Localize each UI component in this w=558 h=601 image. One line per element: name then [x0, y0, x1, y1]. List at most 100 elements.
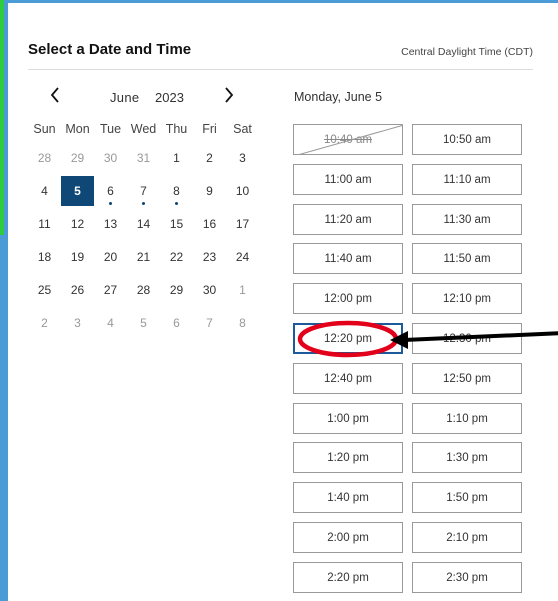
calendar-day: 1	[239, 283, 246, 297]
calendar-day[interactable]: 26	[61, 275, 94, 305]
calendar-day[interactable]: 8	[160, 176, 193, 206]
time-slot-label: 11:30 am	[443, 213, 491, 226]
time-slot-label: 1:10 pm	[446, 412, 488, 425]
time-slot-button[interactable]: 11:30 am	[412, 204, 522, 235]
calendar-day: 31	[136, 151, 151, 165]
calendar-day[interactable]: 16	[193, 209, 226, 239]
calendar-day[interactable]: 18	[28, 242, 61, 272]
time-slot-button[interactable]: 1:20 pm	[293, 442, 403, 473]
time-slot-button[interactable]: 11:00 am	[293, 164, 403, 195]
time-slot-button[interactable]: 12:00 pm	[293, 283, 403, 314]
calendar-day: 3	[74, 316, 81, 330]
calendar-day[interactable]: 24	[226, 242, 259, 272]
calendar-day[interactable]: 20	[94, 242, 127, 272]
calendar-day[interactable]: 11	[28, 209, 61, 239]
time-slot-button[interactable]: 1:50 pm	[412, 482, 522, 513]
calendar-week-row: 2 3 4 5 6 7 8	[28, 308, 278, 341]
calendar-day[interactable]: 6	[94, 176, 127, 206]
time-slot-button[interactable]: 1:30 pm	[412, 442, 522, 473]
time-slot-label: 2:10 pm	[446, 531, 488, 544]
calendar-day: 4	[107, 316, 114, 330]
calendar-day[interactable]: 3	[226, 143, 259, 173]
time-slot-button[interactable]: 11:40 am	[293, 243, 403, 274]
time-slot-button[interactable]: 1:00 pm	[293, 403, 403, 434]
time-slot-button[interactable]: 11:10 am	[412, 164, 522, 195]
page-title: Select a Date and Time	[28, 41, 192, 58]
time-slot-label: 10:50 am	[443, 133, 491, 146]
weekday-label: Wed	[130, 122, 157, 136]
calendar-day[interactable]: 1	[160, 143, 193, 173]
time-slot-unavailable: 10:40 am	[293, 124, 403, 155]
time-slot-button[interactable]: 2:30 pm	[412, 562, 522, 593]
prev-month-button[interactable]	[44, 86, 66, 108]
calendar-day[interactable]: 15	[160, 209, 193, 239]
time-slot-button[interactable]: 10:50 am	[412, 124, 522, 155]
arrow-annotation	[390, 331, 558, 349]
calendar-day: 8	[239, 316, 246, 330]
calendar-day[interactable]: 10	[226, 176, 259, 206]
calendar-grid: Sun Mon Tue Wed Thu Fri Sat 28 29 30 31 1 2 3 4 5 6 7 8 9 1…	[28, 117, 278, 341]
calendar-day[interactable]: 9	[193, 176, 226, 206]
calendar-day[interactable]: 12	[61, 209, 94, 239]
time-slot-label: 1:20 pm	[327, 451, 369, 464]
time-slot-label: 11:20 am	[324, 213, 372, 226]
weekday-label: Sat	[233, 122, 252, 136]
weekday-label: Fri	[202, 122, 217, 136]
time-slot-button[interactable]: 2:20 pm	[293, 562, 403, 593]
time-slot-button[interactable]: 12:10 pm	[412, 283, 522, 314]
time-slot-button[interactable]: 2:10 pm	[412, 522, 522, 553]
calendar-day[interactable]: 19	[61, 242, 94, 272]
chevron-right-icon	[223, 86, 235, 109]
calendar-day[interactable]: 21	[127, 242, 160, 272]
time-slot-label: 12:00 pm	[324, 292, 372, 305]
calendar-day: 30	[103, 151, 118, 165]
time-slot-button[interactable]: 2:00 pm	[293, 522, 403, 553]
calendar-day[interactable]: 29	[160, 275, 193, 305]
calendar-week-row: 11 12 13 14 15 16 17	[28, 209, 278, 242]
calendar-day[interactable]: 7	[127, 176, 160, 206]
time-slot-label: 1:30 pm	[446, 451, 488, 464]
calendar-year: 2023	[155, 90, 184, 105]
time-slot-label: 12:40 pm	[324, 372, 372, 385]
time-slot-button[interactable]: 12:40 pm	[293, 363, 403, 394]
weekday-label: Mon	[65, 122, 90, 136]
calendar-day[interactable]: 30	[193, 275, 226, 305]
time-slot-label: 11:50 am	[443, 252, 491, 265]
calendar-day[interactable]: 22	[160, 242, 193, 272]
window-edge	[0, 0, 4, 235]
time-slot-button[interactable]: 1:10 pm	[412, 403, 522, 434]
weekday-label: Thu	[165, 122, 188, 136]
weekday-label: Sun	[33, 122, 56, 136]
calendar-day: 28	[37, 151, 52, 165]
next-month-button[interactable]	[218, 86, 240, 108]
calendar-day[interactable]: 14	[127, 209, 160, 239]
chevron-left-icon	[49, 86, 61, 109]
time-slot-label: 1:00 pm	[327, 412, 369, 425]
calendar-day-selected[interactable]: 5	[61, 176, 94, 206]
time-slot-label: 12:50 pm	[443, 372, 491, 385]
time-slot-label: 2:20 pm	[327, 571, 369, 584]
calendar-day[interactable]: 2	[193, 143, 226, 173]
time-slot-button[interactable]: 11:20 am	[293, 204, 403, 235]
calendar-day[interactable]: 4	[28, 176, 61, 206]
calendar-week-row: 28 29 30 31 1 2 3	[28, 143, 278, 176]
time-slot-label: 2:00 pm	[327, 531, 369, 544]
calendar-day: 5	[140, 316, 147, 330]
timezone-label[interactable]: Central Daylight Time (CDT)	[401, 46, 533, 58]
calendar-day[interactable]: 25	[28, 275, 61, 305]
calendar-day: 2	[41, 316, 48, 330]
calendar-day: 6	[173, 316, 180, 330]
time-slot-label: 12:10 pm	[443, 292, 491, 305]
time-slot-button[interactable]: 12:50 pm	[412, 363, 522, 394]
weekday-header-row: Sun Mon Tue Wed Thu Fri Sat	[28, 117, 278, 143]
calendar-day[interactable]: 13	[94, 209, 127, 239]
calendar-day[interactable]: 23	[193, 242, 226, 272]
calendar-day[interactable]: 17	[226, 209, 259, 239]
time-slot-button[interactable]: 1:40 pm	[293, 482, 403, 513]
calendar-day[interactable]: 28	[127, 275, 160, 305]
calendar-day[interactable]: 27	[94, 275, 127, 305]
weekday-label: Tue	[99, 122, 122, 136]
divider	[28, 69, 533, 70]
time-slot-button[interactable]: 11:50 am	[412, 243, 522, 274]
red-circle-annotation	[297, 320, 399, 358]
